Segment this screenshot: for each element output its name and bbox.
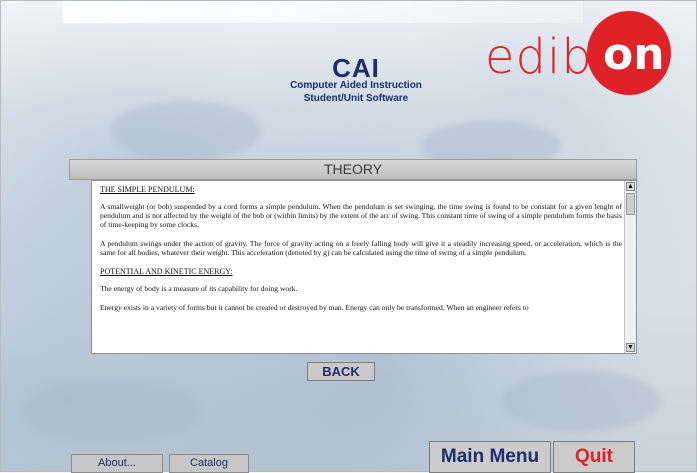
quit-button[interactable]: Quit [553, 441, 635, 473]
doc-paragraph: A pendulum swings under the action of gr… [100, 239, 622, 257]
about-button[interactable]: About... [71, 454, 163, 473]
scroll-up-icon[interactable]: ▲ [626, 182, 635, 191]
theory-text-area[interactable]: THE SIMPLE PENDULUM: A smallweight (or b… [91, 180, 637, 354]
catalog-button[interactable]: Catalog [169, 454, 249, 473]
main-menu-button[interactable]: Main Menu [429, 441, 551, 473]
world-map-background [111, 101, 261, 161]
logo-text: edib [485, 29, 593, 85]
section-title: THEORY [323, 161, 383, 177]
doc-heading: POTENTIAL AND KINETIC ENERGY: [100, 267, 233, 276]
doc-paragraph: A smallweight (or bob) suspended by a co… [100, 202, 622, 229]
app-window: CAI Computer Aided Instruction Student/U… [0, 0, 697, 473]
world-map-background [501, 371, 661, 431]
world-map-background [21, 381, 201, 441]
logo-circle-text: on [603, 29, 665, 80]
section-title-bar: THEORY [69, 159, 637, 180]
app-subtitle: Computer Aided Instruction [290, 80, 422, 91]
doc-paragraph: Energy exists in a variety of forms but … [100, 303, 529, 312]
scroll-down-icon[interactable]: ▼ [626, 343, 635, 352]
app-subtitle-2: Student/Unit Software [303, 93, 409, 104]
theory-text: THE SIMPLE PENDULUM: A smallweight (or b… [100, 185, 622, 322]
back-button[interactable]: BACK [307, 362, 375, 381]
doc-paragraph: The energy of body is a measure of its c… [100, 284, 298, 293]
vertical-scrollbar[interactable]: ▲ ▼ [624, 181, 636, 353]
edibon-logo: edib on [475, 11, 675, 95]
scrollbar-thumb[interactable] [626, 193, 635, 215]
doc-heading: THE SIMPLE PENDULUM: [100, 185, 195, 194]
